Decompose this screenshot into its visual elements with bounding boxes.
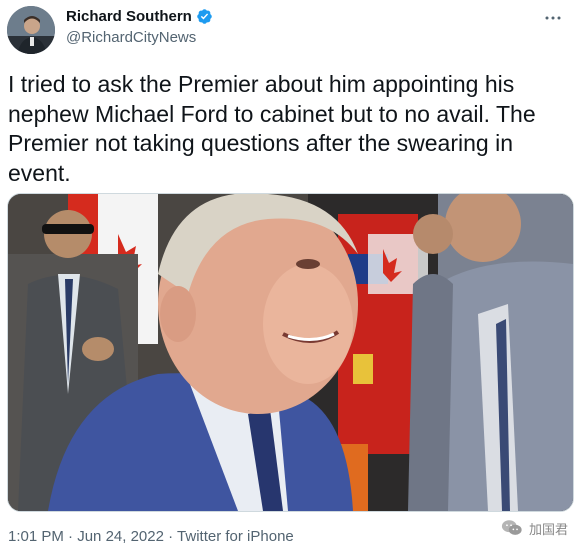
watermark: 加国君 (501, 517, 568, 539)
tweet-source[interactable]: Twitter for iPhone (177, 528, 294, 545)
wechat-logo-icon (501, 520, 522, 535)
author-name-text: Richard Southern (66, 8, 192, 25)
tweet-card: Richard Southern @RichardCityNews I trie… (0, 0, 580, 551)
tweet-text: I tried to ask the Premier about him app… (8, 71, 536, 186)
author-name[interactable]: Richard Southern (66, 8, 213, 25)
more-options-button[interactable] (543, 8, 563, 28)
meta-separator: · (163, 528, 178, 545)
author-handle[interactable]: @RichardCityNews (66, 29, 196, 46)
tweet-photo[interactable] (7, 193, 574, 512)
author-avatar[interactable] (7, 6, 55, 54)
watermark-text: 加国君 (528, 521, 568, 537)
tweet-meta: 1:01 PM · Jun 24, 2022 · Twitter for iPh… (8, 528, 294, 545)
avatar-photo (7, 6, 55, 54)
verified-badge-icon (197, 9, 212, 24)
meta-separator: · (63, 528, 78, 545)
photo-premier-at-event (8, 194, 573, 511)
more-dots-icon (545, 16, 561, 20)
tweet-date[interactable]: Jun 24, 2022 (77, 528, 164, 545)
tweet-time[interactable]: 1:01 PM (8, 528, 64, 545)
